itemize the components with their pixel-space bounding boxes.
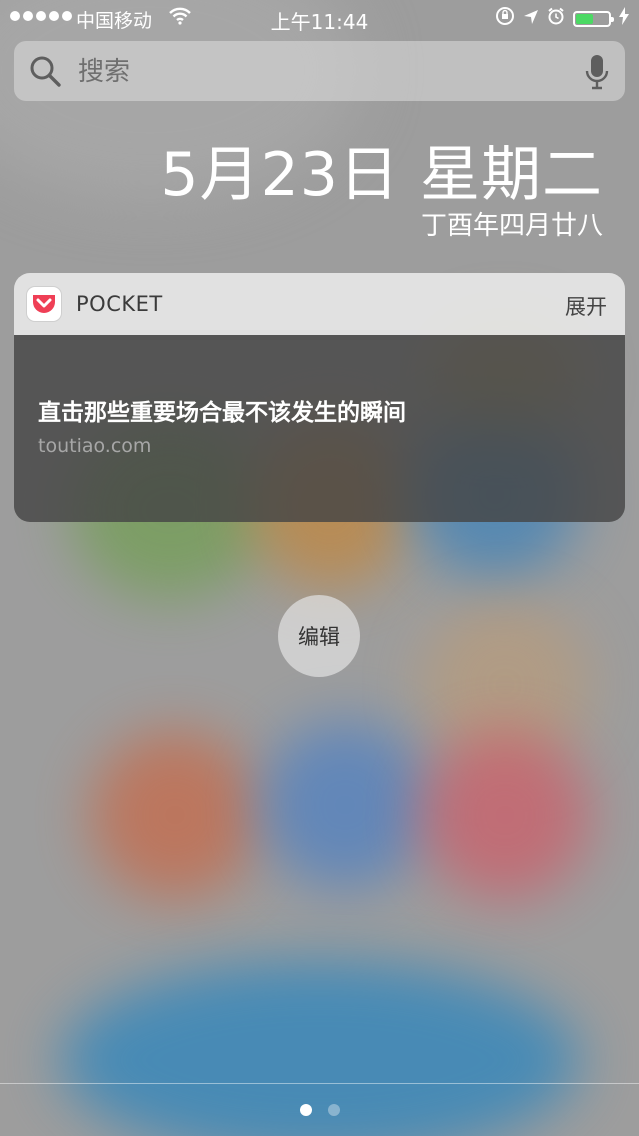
pocket-widget: POCKET 展开 直击那些重要场合最不该发生的瞬间 toutiao.com — [14, 273, 625, 522]
page-dot-1[interactable] — [299, 1104, 312, 1116]
widget-app-name: POCKET — [76, 292, 163, 316]
pocket-app-icon — [27, 287, 61, 321]
page-indicator[interactable] — [0, 1104, 639, 1116]
article-source: toutiao.com — [38, 435, 152, 457]
widget-article[interactable]: 直击那些重要场合最不该发生的瞬间 toutiao.com — [14, 335, 625, 522]
orientation-lock-icon — [495, 6, 515, 31]
edit-widgets-button[interactable]: 编辑 — [278, 595, 360, 677]
page-dot-2[interactable] — [327, 1104, 340, 1116]
widget-header: POCKET 展开 — [14, 273, 625, 335]
search-bar[interactable] — [14, 41, 625, 103]
search-icon — [28, 54, 62, 92]
expand-button[interactable]: 展开 — [565, 291, 607, 321]
charging-icon — [619, 7, 629, 30]
search-input[interactable] — [76, 41, 570, 103]
status-bar: 中国移动 上午11:44 — [0, 0, 639, 36]
battery-icon — [573, 10, 614, 27]
article-title[interactable]: 直击那些重要场合最不该发生的瞬间 — [38, 393, 406, 427]
location-icon — [523, 8, 539, 30]
dock-divider — [0, 1083, 639, 1084]
date-heading: 5月23日 星期二 — [160, 140, 603, 210]
lunar-date: 丁酉年四月廿八 — [420, 211, 603, 241]
alarm-icon — [547, 7, 565, 30]
microphone-icon[interactable] — [585, 53, 609, 95]
